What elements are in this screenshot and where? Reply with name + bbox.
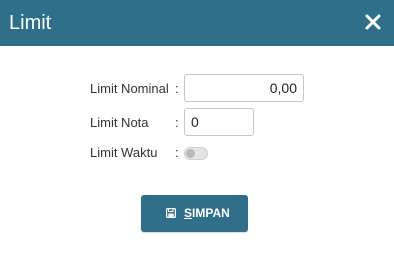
dialog-title: Limit [9, 12, 52, 34]
limit-waktu-row: Limit Waktu : [0, 145, 394, 163]
limit-waktu-label: Limit Waktu [90, 145, 158, 160]
limit-nominal-row: Limit Nominal : 0,00 [0, 74, 394, 102]
dialog-header: Limit [0, 0, 394, 46]
limit-waktu-toggle[interactable] [184, 147, 208, 160]
limit-nota-colon: : [175, 115, 179, 130]
save-label-rest: IMPAN [192, 206, 230, 220]
limit-nota-input[interactable]: 0 [184, 108, 254, 136]
limit-nominal-label: Limit Nominal [90, 81, 169, 96]
limit-nota-row: Limit Nota : 0 [0, 108, 394, 136]
toggle-knob [186, 149, 195, 158]
limit-nota-label: Limit Nota [90, 115, 149, 130]
limit-dialog: Limit Limit Nominal : 0,00 Limit Nota : … [0, 0, 394, 254]
limit-nominal-colon: : [175, 81, 179, 96]
close-icon[interactable] [365, 13, 381, 31]
save-button-label: SIMPAN [184, 206, 230, 220]
save-button[interactable]: SIMPAN [141, 195, 248, 232]
floppy-disk-icon [166, 208, 176, 218]
limit-waktu-colon: : [175, 145, 179, 160]
limit-nominal-input[interactable]: 0,00 [184, 74, 304, 102]
save-accesskey-letter: S [184, 206, 193, 220]
